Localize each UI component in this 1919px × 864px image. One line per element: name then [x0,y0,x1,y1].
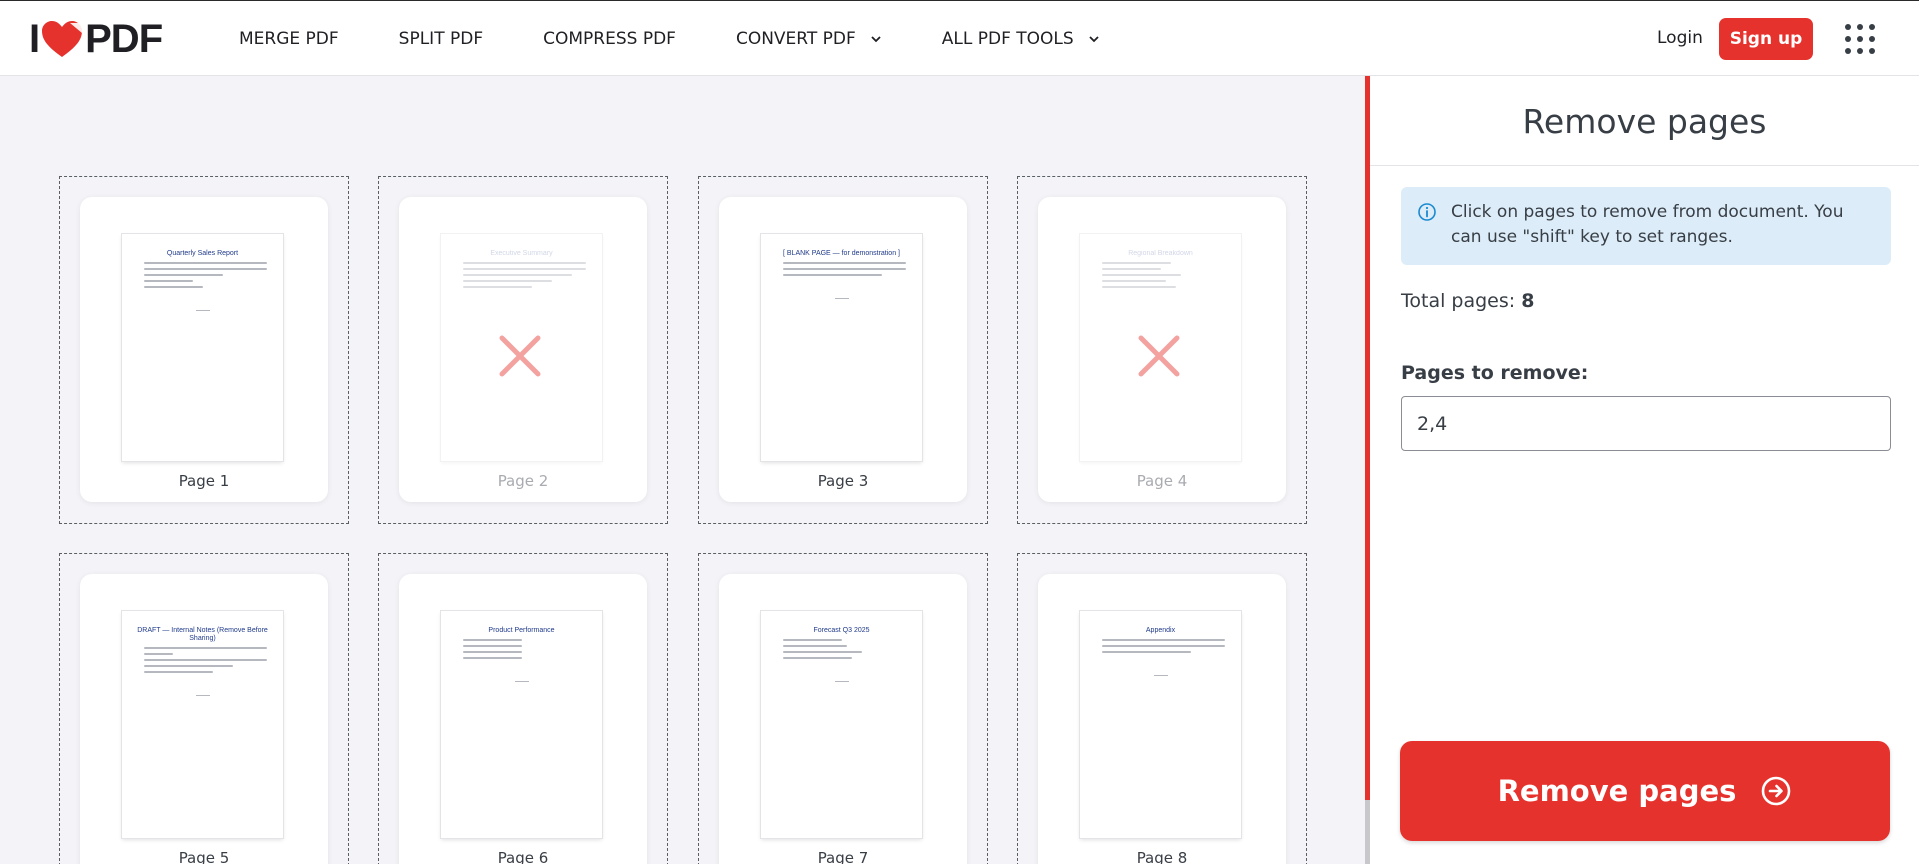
chevron-down-icon [1089,36,1099,43]
total-pages-label: Total pages: [1401,290,1516,312]
page-tile: Appendix Page 8 [1038,574,1286,864]
thumbnail-title: Executive Summary [490,250,553,257]
info-text: Click on pages to remove from document. … [1451,202,1844,247]
ilovepdf-logo[interactable]: I PDF [29,16,163,61]
page-tile: Forecast Q3 2025 Page 7 [719,574,967,864]
page-thumbnail: Forecast Q3 2025 [761,611,922,838]
pages-to-remove-input[interactable] [1401,396,1891,451]
total-pages-value: 8 [1521,290,1535,312]
page-label: Page 1 [178,472,230,490]
nav-label: COMPRESS PDF [543,29,676,49]
options-panel: Remove pages Click on pages to remove fr… [1370,76,1919,864]
heart-logo-icon [42,21,83,57]
page-thumbnail: Product Performance [441,611,602,838]
page-thumbnail: Appendix [1080,611,1241,838]
pages-to-remove-label: Pages to remove: [1401,362,1589,384]
page-card-3[interactable]: [ BLANK PAGE — for demonstration ] Page … [698,176,988,524]
page-label: Page 3 [817,472,869,490]
thumbnail-title: DRAFT — Internal Notes (Remove Before Sh… [137,627,268,642]
thumbnail-title: Appendix [1145,627,1176,634]
page-thumbnail: DRAFT — Internal Notes (Remove Before Sh… [122,611,283,838]
info-box: Click on pages to remove from document. … [1401,187,1891,265]
thumbnail-title: Regional Breakdown [1128,250,1193,257]
remove-pages-button-label: Remove pages [1497,774,1737,808]
page-tile: Regional Breakdown Page 4 [1038,197,1286,502]
thumbnail-title: [ BLANK PAGE — for demonstration ] [783,250,900,257]
nav-convert-pdf[interactable]: CONVERT PDF [736,29,882,49]
page-card-2[interactable]: Executive Summary Page 2 [378,176,668,524]
chevron-down-icon [871,36,881,43]
nav-label: MERGE PDF [239,29,339,49]
page-label: Page 6 [497,849,549,864]
nav-label: ALL PDF TOOLS [941,29,1074,49]
page-thumbnail: Executive Summary [441,234,602,461]
login-link[interactable]: Login [1657,28,1703,48]
removed-x-icon [1138,335,1180,377]
panel-title: Remove pages [1522,102,1767,141]
page-card-8[interactable]: Appendix Page 8 [1017,553,1307,864]
page-card-7[interactable]: Forecast Q3 2025 Page 7 [698,553,988,864]
thumbnail-title: Forecast Q3 2025 [813,627,870,634]
main-nav: MERGE PDF SPLIT PDF COMPRESS PDF CONVERT… [239,1,1160,77]
nav-label: SPLIT PDF [398,29,484,49]
page-tile: Executive Summary Page 2 [399,197,647,502]
page-label: Page 2 [497,472,549,490]
page-card-4[interactable]: Regional Breakdown Page 4 [1017,176,1307,524]
page-thumbnail: Regional Breakdown [1080,234,1241,461]
nav-compress-pdf[interactable]: COMPRESS PDF [543,29,676,49]
logo-text: PDF [85,16,163,61]
divider [1370,165,1919,166]
removed-x-icon [499,335,541,377]
page-tile: DRAFT — Internal Notes (Remove Before Sh… [80,574,328,864]
page-label: Page 4 [1136,472,1188,490]
thumbnail-title: Quarterly Sales Report [166,250,239,257]
total-pages: Total pages: 8 [1401,290,1534,312]
nav-merge-pdf[interactable]: MERGE PDF [239,29,339,49]
page-label: Page 5 [178,849,230,864]
page-card-5[interactable]: DRAFT — Internal Notes (Remove Before Sh… [59,553,349,864]
apps-grid-icon[interactable] [1844,23,1876,55]
page-label: Page 8 [1136,849,1188,864]
page-tile: [ BLANK PAGE — for demonstration ] Page … [719,197,967,502]
thumbnail-title: Product Performance [488,627,555,634]
page-tile: Product Performance Page 6 [399,574,647,864]
nav-split-pdf[interactable]: SPLIT PDF [399,29,483,49]
page-label: Page 7 [817,849,869,864]
pages-canvas: Quarterly Sales Report Page 1 Executive … [0,76,1365,864]
info-icon [1418,203,1436,221]
top-header: I PDF MERGE PDF SPLIT PDF COMPRESS PDF C… [0,0,1919,76]
arrow-right-circle-icon [1762,776,1791,806]
signup-button[interactable]: Sign up [1719,18,1813,60]
page-card-1[interactable]: Quarterly Sales Report Page 1 [59,176,349,524]
nav-all-pdf-tools[interactable]: ALL PDF TOOLS [942,29,1100,49]
page-card-6[interactable]: Product Performance Page 6 [378,553,668,864]
remove-pages-button[interactable]: Remove pages [1400,741,1890,841]
page-thumbnail: [ BLANK PAGE — for demonstration ] [761,234,922,461]
page-tile: Quarterly Sales Report Page 1 [80,197,328,502]
logo-letter-i: I [29,16,40,61]
page-thumbnail: Quarterly Sales Report [122,234,283,461]
nav-label: CONVERT PDF [735,29,856,49]
